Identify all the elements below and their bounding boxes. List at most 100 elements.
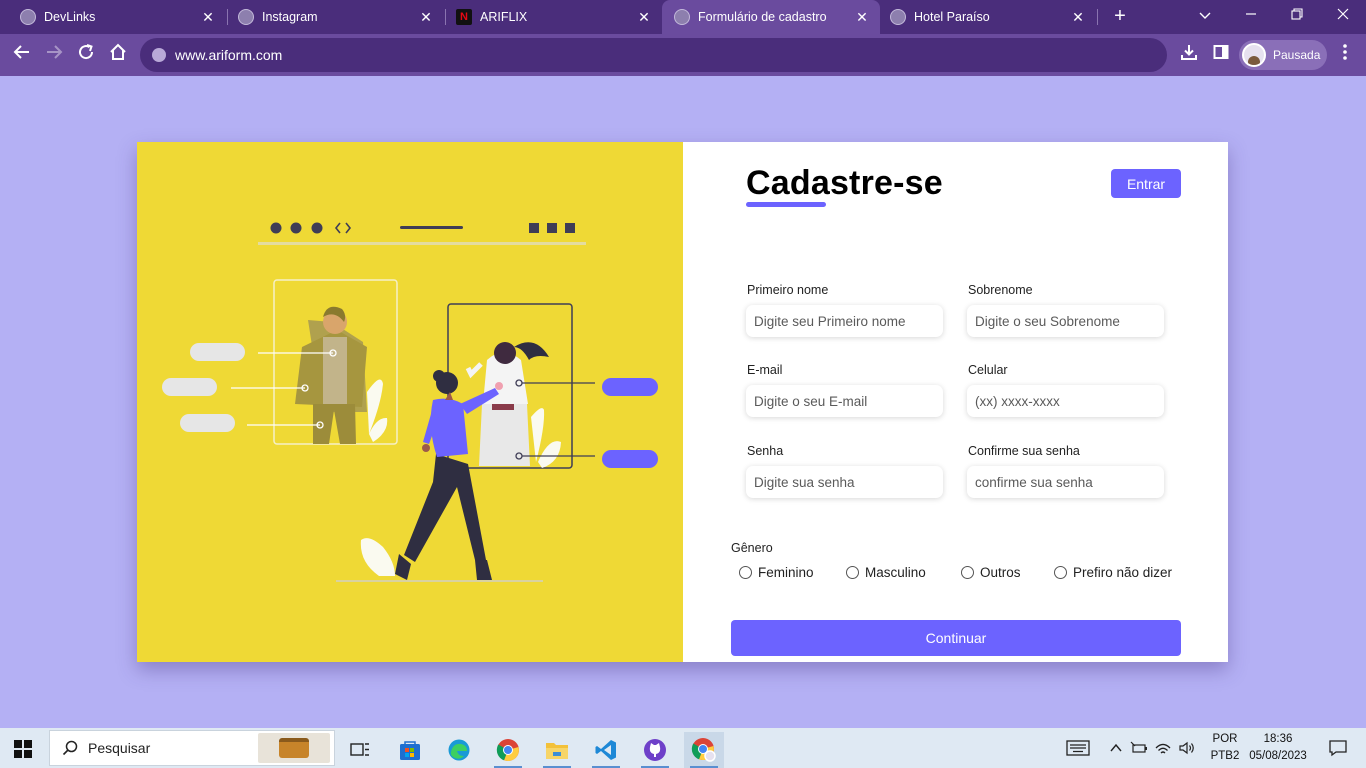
arrow-left-icon xyxy=(13,45,29,59)
reload-button[interactable] xyxy=(74,43,98,67)
walking-woman xyxy=(395,370,503,580)
close-window-button[interactable] xyxy=(1320,0,1366,34)
profile-button[interactable]: Pausada xyxy=(1239,40,1327,70)
address-bar[interactable]: www.ariform.com xyxy=(140,38,1167,72)
taskbar-chrome-profile[interactable] xyxy=(684,732,724,768)
battery-icon[interactable] xyxy=(1130,740,1148,756)
confirm-password-input[interactable] xyxy=(967,466,1164,498)
tab-title: Hotel Paraíso xyxy=(914,10,990,24)
search-placeholder: Pesquisar xyxy=(88,740,151,756)
close-icon[interactable]: ✕ xyxy=(418,9,434,26)
briefcase-icon[interactable] xyxy=(258,733,330,763)
continue-button[interactable]: Continuar xyxy=(731,620,1181,656)
first-name-input[interactable] xyxy=(746,305,943,337)
new-tab-button[interactable]: + xyxy=(1108,4,1132,28)
gender-label: Gênero xyxy=(731,541,773,555)
taskbar-chrome[interactable] xyxy=(488,732,528,768)
close-icon[interactable]: ✕ xyxy=(636,9,652,26)
tab-title: Instagram xyxy=(262,10,318,24)
language-code: POR xyxy=(1212,733,1238,745)
close-icon[interactable]: ✕ xyxy=(854,9,870,26)
download-icon xyxy=(1181,45,1197,60)
profile-name: Pausada xyxy=(1273,48,1321,62)
github-icon xyxy=(644,739,666,761)
search-icon xyxy=(62,740,78,756)
keyboard-icon[interactable] xyxy=(1066,739,1090,757)
notifications-button[interactable] xyxy=(1318,730,1358,766)
arrow-right-icon xyxy=(47,45,63,59)
tab-formulario-de-cadastro[interactable]: Formulário de cadastro ✕ xyxy=(662,0,880,34)
clock-time: 18:36 xyxy=(1263,733,1293,745)
taskbar-edge[interactable] xyxy=(439,732,479,768)
radio-label: Prefiro não dizer xyxy=(1073,565,1173,580)
more-vertical-icon xyxy=(1343,44,1347,60)
taskbar-search[interactable]: Pesquisar xyxy=(49,730,335,766)
taskbar-vscode[interactable] xyxy=(586,732,626,768)
gender-option-feminino[interactable]: Feminino xyxy=(739,565,814,580)
address-bar-url[interactable]: www.ariform.com xyxy=(175,47,282,63)
tab-instagram[interactable]: Instagram ✕ xyxy=(218,0,444,34)
radio-label: Outros xyxy=(980,565,1021,580)
taskbar-clock[interactable]: 18:36 05/08/2023 xyxy=(1246,731,1310,765)
side-panel-button[interactable] xyxy=(1209,43,1233,67)
restore-icon xyxy=(1291,8,1303,20)
taskbar-github-desktop[interactable] xyxy=(635,732,675,768)
gender-option-outros[interactable]: Outros xyxy=(961,565,1021,580)
radio-button[interactable] xyxy=(1054,566,1067,579)
title-underline xyxy=(746,202,826,207)
tab-title: DevLinks xyxy=(44,10,96,24)
wifi-icon[interactable] xyxy=(1154,740,1172,756)
reload-icon xyxy=(79,44,94,60)
chevron-up-icon[interactable] xyxy=(1110,743,1122,753)
last-name-input[interactable] xyxy=(967,305,1164,337)
globe-icon xyxy=(890,9,906,25)
taskbar-store[interactable] xyxy=(390,732,430,768)
task-view-button[interactable] xyxy=(340,732,380,768)
radio-button[interactable] xyxy=(961,566,974,579)
taskbar-file-explorer[interactable] xyxy=(537,732,577,768)
globe-icon xyxy=(674,9,690,25)
close-icon[interactable]: ✕ xyxy=(1070,9,1086,26)
downloads-button[interactable] xyxy=(1177,43,1201,67)
tab-hotel-paraiso[interactable]: Hotel Paraíso ✕ xyxy=(880,0,1096,34)
input-language-indicator[interactable]: POR PTB2 xyxy=(1210,731,1240,765)
netflix-icon: N xyxy=(456,9,472,25)
windows-logo-icon xyxy=(14,740,22,748)
chrome-icon xyxy=(691,738,716,762)
globe-icon xyxy=(238,9,254,25)
gender-option-masculino[interactable]: Masculino xyxy=(846,565,926,580)
tab-devlinks[interactable]: DevLinks ✕ xyxy=(0,0,226,34)
browser-menu-button[interactable] xyxy=(1333,43,1357,67)
page-title: Cadastre-se xyxy=(746,164,943,202)
keyboard-layout: PTB2 xyxy=(1210,750,1240,762)
forward-button[interactable] xyxy=(42,43,66,67)
radio-label: Masculino xyxy=(865,565,926,580)
illustration-panel xyxy=(137,142,683,662)
radio-button[interactable] xyxy=(846,566,859,579)
minimize-button[interactable] xyxy=(1228,0,1274,34)
close-icon[interactable]: ✕ xyxy=(200,9,216,26)
minimize-icon xyxy=(1246,13,1256,15)
login-button[interactable]: Entrar xyxy=(1111,169,1181,198)
phone-input[interactable] xyxy=(967,385,1164,417)
back-button[interactable] xyxy=(10,43,34,67)
tab-ariflix[interactable]: N ARIFLIX ✕ xyxy=(436,0,662,34)
radio-label: Feminino xyxy=(758,565,814,580)
signup-form: Cadastre-se Entrar Primeiro nome Sobreno… xyxy=(683,142,1228,662)
radio-button[interactable] xyxy=(739,566,752,579)
globe-icon xyxy=(152,48,166,62)
browser-tab-bar: DevLinks ✕ Instagram ✕ N ARIFLIX ✕ Formu… xyxy=(0,0,1366,34)
system-tray xyxy=(1066,728,1196,768)
notification-icon xyxy=(1329,740,1347,757)
volume-icon[interactable] xyxy=(1178,740,1196,756)
last-name-label: Sobrenome xyxy=(968,283,1033,297)
phone-label: Celular xyxy=(968,363,1008,377)
start-button[interactable] xyxy=(14,740,32,758)
tab-search-button[interactable] xyxy=(1182,0,1228,34)
home-button[interactable] xyxy=(106,43,130,67)
password-input[interactable] xyxy=(746,466,943,498)
email-input[interactable] xyxy=(746,385,943,417)
task-view-icon xyxy=(350,743,369,756)
restore-button[interactable] xyxy=(1274,0,1320,34)
gender-option-prefiro-nao-dizer[interactable]: Prefiro não dizer xyxy=(1054,565,1172,580)
